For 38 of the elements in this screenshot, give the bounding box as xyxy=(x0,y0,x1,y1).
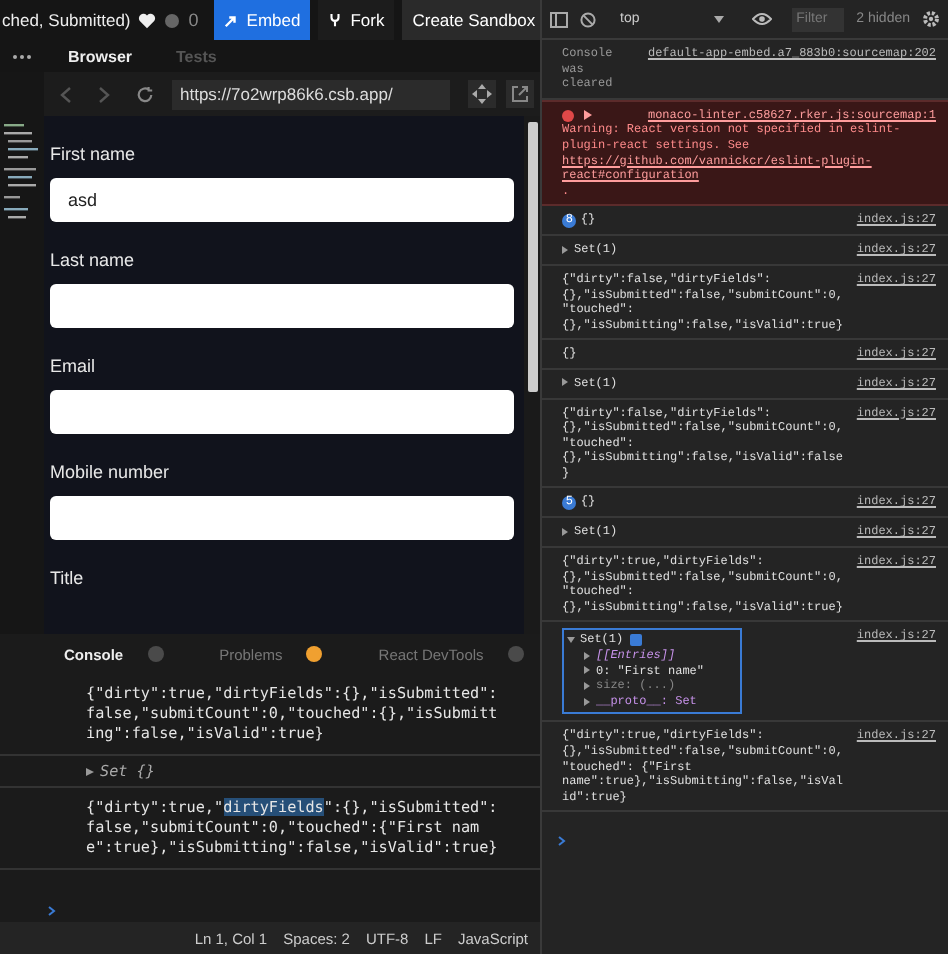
caret-icon[interactable] xyxy=(562,245,568,254)
like-count: 0 xyxy=(188,10,199,30)
info-icon xyxy=(629,633,642,646)
caret-icon[interactable] xyxy=(584,110,592,121)
caret-icon[interactable] xyxy=(562,527,568,536)
dropdown-caret-icon[interactable] xyxy=(714,15,725,23)
clear-console-icon[interactable] xyxy=(580,11,596,27)
more-icon[interactable] xyxy=(12,53,32,59)
sidebar-toggle-icon[interactable] xyxy=(550,11,568,27)
caret-icon[interactable] xyxy=(567,636,575,643)
field-label: Mobile number xyxy=(50,462,170,482)
prompt-icon xyxy=(558,836,566,847)
caret-icon[interactable] xyxy=(562,378,568,387)
fork-icon xyxy=(328,12,343,28)
preview-tab[interactable]: Browser xyxy=(48,43,153,69)
reload-icon[interactable] xyxy=(136,85,154,103)
text-field[interactable] xyxy=(50,496,514,540)
fork-button[interactable]: Fork xyxy=(318,0,395,40)
field-label: Email xyxy=(50,356,96,376)
text-field[interactable] xyxy=(50,390,514,434)
open-external-icon[interactable] xyxy=(506,80,534,108)
field-label: Title xyxy=(50,568,84,588)
settings-icon[interactable] xyxy=(922,10,940,28)
embed-button[interactable]: Embed xyxy=(214,0,311,40)
prompt-icon xyxy=(48,906,56,916)
field-label: Last name xyxy=(50,250,135,270)
address-bar[interactable]: https://7o2wrp86k6.csb.app/ xyxy=(172,79,450,109)
text-field[interactable] xyxy=(50,284,514,328)
field-label: First name xyxy=(50,144,136,164)
caret-icon[interactable] xyxy=(86,767,94,775)
arrow-icon xyxy=(224,13,239,27)
sandbox-title: ched, Submitted) xyxy=(2,10,131,30)
move-icon[interactable] xyxy=(468,80,496,108)
create-sandbox-button[interactable]: Create Sandbox xyxy=(402,0,540,40)
heart-icon[interactable] xyxy=(138,11,157,29)
text-field[interactable]: asd xyxy=(50,178,514,222)
scrollbar-thumb[interactable] xyxy=(527,122,537,392)
error-icon xyxy=(562,109,574,122)
